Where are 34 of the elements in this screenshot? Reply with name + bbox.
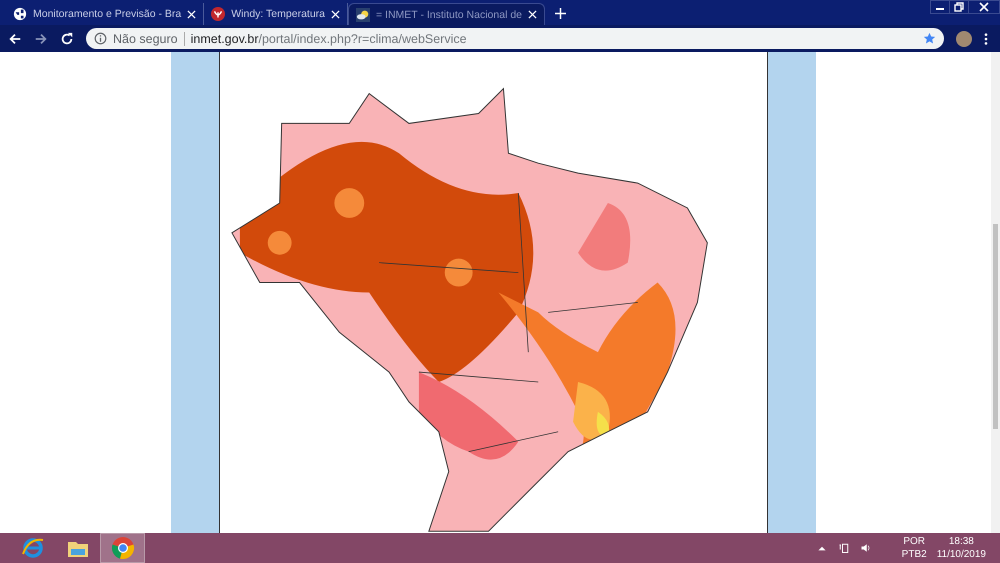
globe-icon bbox=[13, 7, 27, 21]
weather-icon bbox=[356, 8, 370, 22]
address-bar[interactable]: Não seguro inmet.gov.br/portal/index.php?r=clima/webService bbox=[86, 28, 944, 49]
browser-tab[interactable]: = INMET - Instituto Nacional de bbox=[348, 3, 545, 25]
new-tab-icon[interactable] bbox=[555, 8, 566, 19]
language-code: POR bbox=[903, 535, 926, 548]
language-indicator[interactable]: POR PTB2 bbox=[902, 535, 927, 561]
menu-icon[interactable] bbox=[984, 32, 988, 46]
taskbar-app-button[interactable] bbox=[100, 533, 145, 563]
clock-time: 18:38 bbox=[948, 535, 974, 548]
clock-date: 11/10/2019 bbox=[936, 548, 986, 561]
scrollbar-thumb[interactable] bbox=[993, 224, 998, 429]
profile-avatar[interactable] bbox=[956, 30, 972, 46]
chrome-logo-icon bbox=[110, 536, 134, 560]
back-icon[interactable] bbox=[8, 32, 22, 46]
close-icon[interactable] bbox=[187, 10, 196, 18]
clock[interactable]: 18:38 11/10/2019 bbox=[936, 535, 986, 561]
security-label: Não seguro bbox=[113, 32, 178, 46]
speaker-icon[interactable] bbox=[860, 542, 872, 554]
scrollbar[interactable] bbox=[991, 52, 1000, 533]
forward-icon[interactable] bbox=[34, 32, 48, 46]
tab-title: = INMET - Instituto Nacional de bbox=[376, 8, 522, 20]
keyboard-layout: PTB2 bbox=[902, 548, 927, 561]
power-icon[interactable] bbox=[838, 542, 850, 554]
reload-icon[interactable] bbox=[60, 32, 74, 46]
info-icon[interactable] bbox=[94, 32, 107, 45]
tab-title: Monitoramento e Previsão - Bra bbox=[33, 8, 182, 20]
bookmark-star-icon[interactable] bbox=[923, 32, 936, 45]
close-icon[interactable] bbox=[331, 10, 340, 18]
url-text: inmet.gov.br/portal/index.php?r=clima/webService bbox=[190, 32, 468, 46]
tab-title: Windy: Temperatura bbox=[231, 8, 325, 20]
close-icon[interactable] bbox=[528, 10, 537, 19]
windy-logo-icon bbox=[211, 7, 226, 21]
browser-e-icon bbox=[20, 536, 44, 560]
